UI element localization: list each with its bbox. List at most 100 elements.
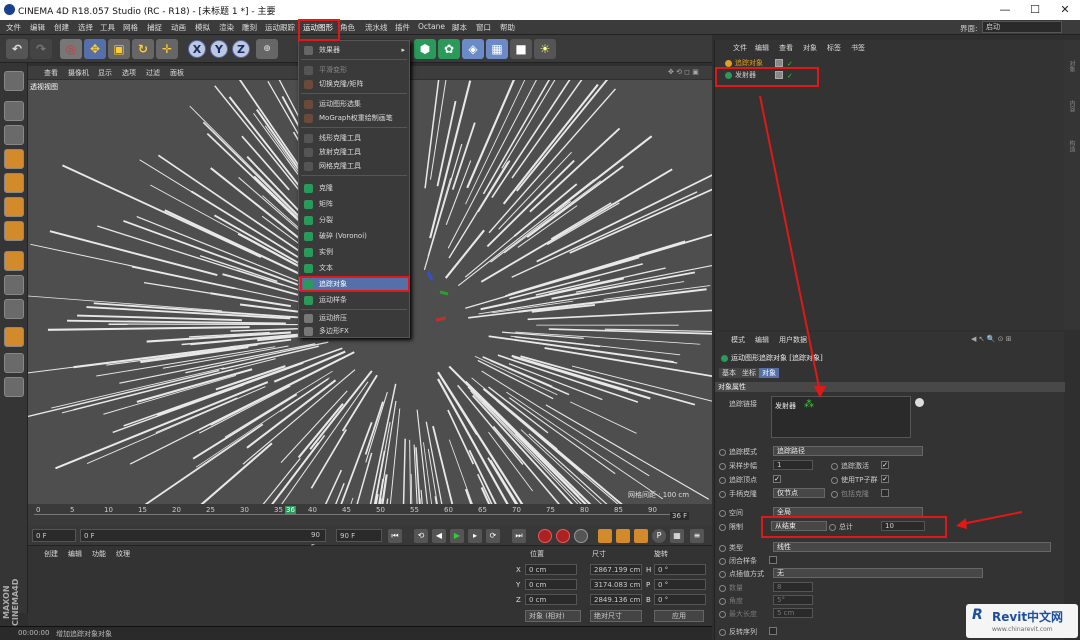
menu-snap[interactable]: 捕捉	[147, 22, 162, 33]
move-icon[interactable]: ✥	[84, 39, 106, 59]
vp-menu-options[interactable]: 选项	[122, 68, 136, 78]
mograph-effector-icon[interactable]: ✿	[438, 39, 460, 59]
polygons-mode-icon[interactable]	[4, 221, 24, 241]
menu-item-grid-clone-tool[interactable]: 网格克隆工具	[299, 159, 409, 173]
menu-render[interactable]: 渲染	[219, 22, 234, 33]
tab-structure-vertical[interactable]: 构造	[1067, 140, 1076, 152]
lock-workplane-icon[interactable]	[4, 353, 24, 373]
go-to-end-icon[interactable]: ⏭	[512, 529, 526, 543]
maximize-button[interactable]: ☐	[1020, 2, 1050, 18]
menu-item-text[interactable]: 文本	[299, 261, 409, 275]
mograph-cloner-icon[interactable]: ⬢	[414, 39, 436, 59]
workplane-icon[interactable]	[4, 149, 24, 169]
end-frame-field[interactable]: 90 F	[336, 529, 382, 542]
floor-icon[interactable]: ▦	[486, 39, 508, 59]
tweak-mode-icon[interactable]	[4, 275, 24, 295]
menu-item-tracer[interactable]: 追踪对象	[299, 277, 409, 291]
count-field[interactable]: 8	[773, 582, 813, 592]
space-dropdown[interactable]: 全局	[773, 507, 923, 517]
obj-menu-tags[interactable]: 标签	[827, 43, 841, 53]
trace-vertex-checkbox[interactable]: ✓	[773, 475, 781, 483]
menu-item-weight-paint[interactable]: MoGraph权重绘制画笔	[299, 111, 409, 125]
model-mode-icon[interactable]	[4, 101, 24, 121]
menu-item-voronoi[interactable]: 破碎 (Voronoi)	[299, 229, 409, 243]
menu-plugins[interactable]: 插件	[395, 22, 410, 33]
menu-animate[interactable]: 动画	[171, 22, 186, 33]
link-clone-checkbox[interactable]	[881, 489, 889, 497]
grid-snap-icon[interactable]	[4, 377, 24, 397]
next-key-icon[interactable]: ⟳	[486, 529, 500, 543]
menu-pipeline[interactable]: 流水线	[365, 22, 388, 33]
next-frame-icon[interactable]: ▸	[468, 529, 482, 543]
timeline-options-icon[interactable]: ≡	[690, 529, 704, 543]
minimize-button[interactable]: —	[990, 2, 1020, 18]
menu-select[interactable]: 选择	[78, 22, 93, 33]
tab-objects-vertical[interactable]: 对象	[1067, 60, 1076, 72]
key-parameter-icon[interactable]: P	[652, 529, 666, 543]
interp-dropdown[interactable]: 无	[773, 568, 983, 578]
mat-menu-create[interactable]: 创建	[44, 549, 58, 559]
edges-mode-icon[interactable]	[4, 197, 24, 217]
keyframe-selection-icon[interactable]	[574, 529, 588, 543]
menu-sculpt[interactable]: 雕刻	[242, 22, 257, 33]
menu-edit[interactable]: 编辑	[30, 22, 45, 33]
menu-item-instance[interactable]: 实例	[299, 245, 409, 259]
size-y-field[interactable]: 3174.083 cm	[590, 579, 642, 590]
close-spline-checkbox[interactable]	[769, 556, 777, 564]
total-field[interactable]: 10	[881, 521, 925, 531]
rotate-icon[interactable]: ↻	[132, 39, 154, 59]
go-to-start-icon[interactable]: ⏮	[388, 529, 402, 543]
hand-clone-dropdown[interactable]: 仅节点	[773, 488, 825, 498]
x-axis-icon[interactable]: X	[188, 40, 206, 58]
points-mode-icon[interactable]	[4, 173, 24, 193]
snap-icon[interactable]	[4, 299, 24, 319]
menu-item-motion-spline[interactable]: 运动样条	[299, 293, 409, 307]
menu-item-mograph-selection[interactable]: 运动图形选集	[299, 97, 409, 111]
mat-menu-texture[interactable]: 纹理	[116, 549, 130, 559]
tab-coord[interactable]: 坐标	[739, 368, 759, 378]
menu-mograph[interactable]: 运动图形	[303, 22, 333, 33]
size-mode-select[interactable]: 绝对尺寸	[590, 610, 642, 622]
obj-menu-edit[interactable]: 编辑	[755, 43, 769, 53]
menu-item-effectors[interactable]: 效果器 ▸	[299, 43, 409, 57]
obj-menu-file[interactable]: 文件	[733, 43, 747, 53]
axis-mode-icon[interactable]	[4, 251, 24, 271]
menu-tools[interactable]: 工具	[100, 22, 115, 33]
attr-menu-edit[interactable]: 编辑	[755, 335, 769, 345]
prev-key-icon[interactable]: ⟲	[414, 529, 428, 543]
make-editable-icon[interactable]	[4, 71, 24, 91]
transform-icon[interactable]: ✛	[156, 39, 178, 59]
object-row-tracer[interactable]: 追踪对象 ✓	[717, 58, 1063, 69]
menu-item-fracture[interactable]: 分裂	[299, 213, 409, 227]
rot-p-field[interactable]: 0 °	[654, 579, 706, 590]
menu-file[interactable]: 文件	[6, 22, 21, 33]
menu-octane[interactable]: Octane	[418, 22, 445, 31]
trace-active-checkbox[interactable]: ✓	[881, 461, 889, 469]
attr-nav-icons[interactable]: ◀ ↖ 🔍 ⊙ ⊞	[971, 335, 1012, 343]
tab-basic[interactable]: 基本	[719, 368, 739, 378]
size-z-field[interactable]: 2849.136 cm	[590, 594, 642, 605]
menu-item-toggle-clone[interactable]: 切换克隆/矩阵	[299, 77, 409, 91]
attr-menu-mode[interactable]: 模式	[731, 335, 745, 345]
key-pla-icon[interactable]: ▦	[670, 529, 684, 543]
obj-menu-objects[interactable]: 对象	[803, 43, 817, 53]
scale-icon[interactable]: ▣	[108, 39, 130, 59]
undo-icon[interactable]: ↶	[6, 39, 28, 59]
obj-menu-bookmarks[interactable]: 书签	[851, 43, 865, 53]
menu-item-linear-clone-tool[interactable]: 线形克隆工具	[299, 131, 409, 145]
auto-key-icon[interactable]	[556, 529, 570, 543]
limit-dropdown[interactable]: 从结束	[771, 521, 827, 531]
layout-select[interactable]: 启动	[982, 21, 1062, 33]
mat-menu-edit[interactable]: 编辑	[68, 549, 82, 559]
use-tp-checkbox[interactable]: ✓	[881, 475, 889, 483]
visibility-toggle[interactable]	[775, 71, 783, 79]
max-length-field[interactable]: 5 cm	[773, 608, 813, 618]
angle-field[interactable]: 5°	[773, 595, 813, 605]
key-rotation-icon[interactable]	[634, 529, 648, 543]
sample-step-field[interactable]: 1	[773, 460, 813, 470]
menu-simulate[interactable]: 模拟	[195, 22, 210, 33]
reverse-checkbox[interactable]	[769, 627, 777, 635]
vp-menu-filter[interactable]: 过滤	[146, 68, 160, 78]
menu-help[interactable]: 帮助	[500, 22, 515, 33]
pos-y-field[interactable]: 0 cm	[525, 579, 577, 590]
